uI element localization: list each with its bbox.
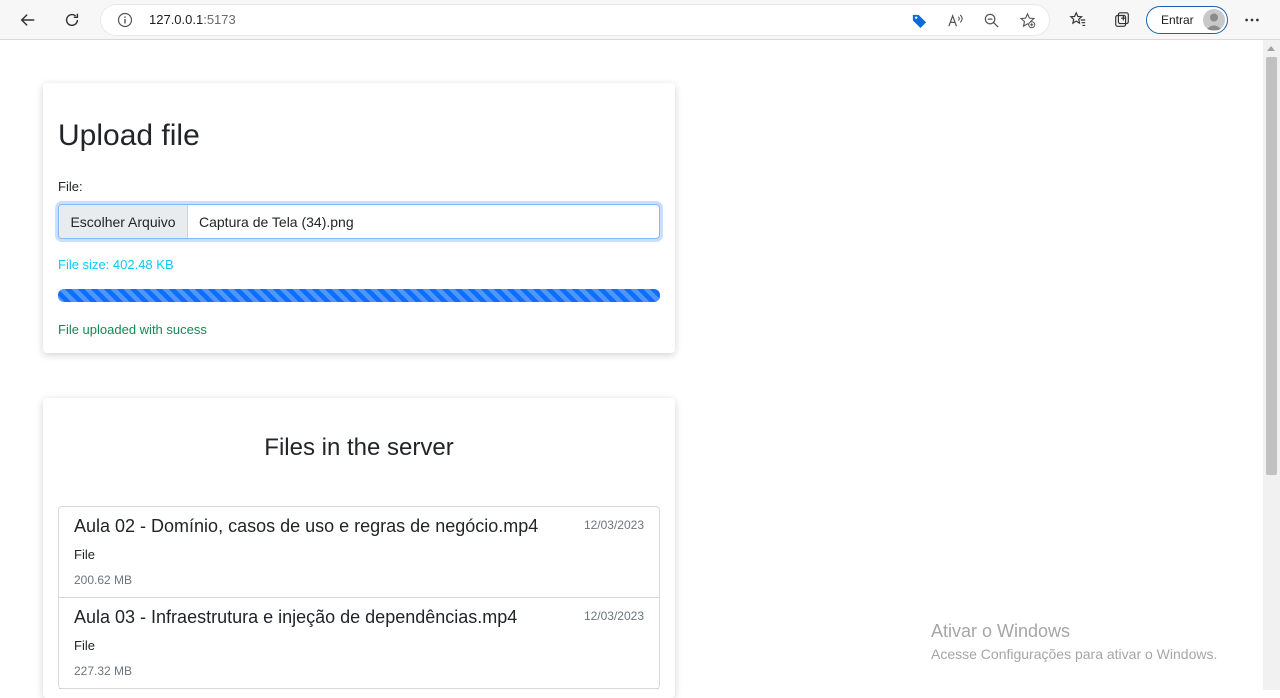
signin-label: Entrar — [1161, 13, 1194, 27]
files-title: Files in the server — [264, 434, 454, 461]
url-port: :5173 — [203, 12, 236, 27]
file-list: Aula 02 - Domínio, casos de uso e regras… — [58, 506, 660, 689]
more-menu-button[interactable] — [1236, 4, 1268, 36]
windows-activation-subtitle: Acesse Configurações para ativar o Windo… — [931, 646, 1218, 662]
file-size: 200.62 MB — [74, 573, 133, 587]
list-item[interactable]: Aula 03 - Infraestrutura e injeção de de… — [59, 598, 659, 689]
collections-icon — [1115, 12, 1129, 27]
browser-toolbar: 127.0.0.1:5173 Entrar — [0, 0, 1280, 40]
add-favorite-icon[interactable] — [1017, 10, 1037, 30]
scrollbar-thumb[interactable] — [1266, 57, 1277, 475]
more-dots-icon — [1245, 18, 1259, 22]
favorites-button[interactable] — [1062, 4, 1094, 36]
file-name: Aula 02 - Domínio, casos de uso e regras… — [74, 516, 539, 536]
file-name: Aula 03 - Infraestrutura e injeção de de… — [74, 607, 518, 627]
url-text[interactable]: 127.0.0.1:5173 — [149, 12, 236, 27]
file-size: 227.32 MB — [74, 664, 133, 678]
selected-file-name: Captura de Tela (34).png — [199, 214, 354, 230]
profile-avatar-icon — [1203, 9, 1225, 31]
reload-button[interactable] — [56, 4, 88, 36]
upload-title: Upload file — [58, 119, 200, 152]
signin-button[interactable]: Entrar — [1146, 6, 1228, 34]
file-type: File — [74, 547, 95, 562]
reload-icon — [65, 13, 79, 27]
file-date: 12/03/2023 — [583, 609, 644, 623]
file-date: 12/03/2023 — [583, 518, 644, 532]
file-size-text: File size: 402.48 KB — [58, 257, 174, 272]
back-button[interactable] — [12, 4, 44, 36]
file-input[interactable]: Escolher Arquivo Captura de Tela (34).pn… — [58, 204, 660, 239]
file-type: File — [74, 638, 95, 653]
address-bar[interactable]: 127.0.0.1:5173 — [100, 4, 1050, 36]
list-item[interactable]: Aula 02 - Domínio, casos de uso e regras… — [59, 507, 659, 598]
favorites-icon — [1069, 11, 1086, 26]
url-host: 127.0.0.1 — [149, 12, 204, 27]
file-field-label: File: — [58, 179, 83, 194]
site-info-icon[interactable] — [117, 12, 133, 28]
upload-card: Upload file File: Escolher Arquivo Captu… — [43, 83, 675, 353]
back-arrow-icon — [20, 14, 35, 26]
page-scrollbar[interactable] — [1263, 40, 1280, 690]
upload-progress — [58, 289, 660, 302]
read-aloud-icon[interactable] — [945, 10, 965, 30]
coupon-tag-icon[interactable] — [909, 10, 929, 30]
files-card: Files in the server Aula 02 - Domínio, c… — [43, 398, 675, 698]
zoom-icon[interactable] — [981, 10, 1001, 30]
upload-status-message: File uploaded with sucess — [58, 322, 207, 337]
choose-file-button[interactable]: Escolher Arquivo — [59, 205, 188, 238]
collections-button[interactable] — [1106, 4, 1138, 36]
upload-progress-fill — [58, 289, 660, 302]
windows-activation-title: Ativar o Windows — [931, 621, 1071, 641]
scroll-up-arrow-icon[interactable] — [1267, 46, 1275, 51]
